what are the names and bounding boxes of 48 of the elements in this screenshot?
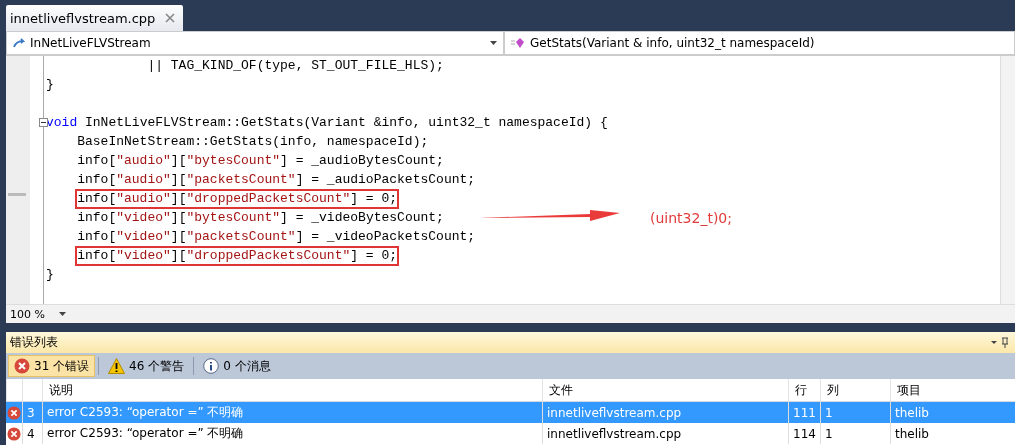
zoom-dropdown[interactable]: 100 % bbox=[10, 307, 45, 321]
code-line: info["video"]["packetsCount"] = _videoPacketsCount; bbox=[76, 228, 477, 246]
error-icon bbox=[7, 405, 21, 420]
code-line: } bbox=[45, 266, 55, 284]
table-cell: 111 bbox=[788, 402, 820, 423]
annotation-text: (uint32_t)0; bbox=[650, 210, 732, 226]
caret-icon bbox=[490, 41, 497, 45]
table-cell: 114 bbox=[788, 423, 820, 444]
type-dropdown[interactable]: InNetLiveFLVStream bbox=[6, 31, 504, 55]
document-tab[interactable]: innetliveflvstream.cpp bbox=[6, 5, 184, 31]
table-cell: error C2593: “operator =” 不明确 bbox=[42, 402, 542, 423]
class-icon bbox=[13, 38, 25, 48]
table-cell: 4 bbox=[22, 423, 42, 444]
column-header[interactable]: 说明 bbox=[42, 379, 542, 401]
filter-button[interactable]: 0 个消息 bbox=[197, 355, 277, 377]
panel-title: 错误列表 bbox=[10, 334, 58, 351]
column-header[interactable]: 列 bbox=[820, 379, 890, 401]
method-icon bbox=[511, 37, 525, 49]
pin-icon[interactable] bbox=[991, 336, 1011, 349]
table-cell: innetliveflvstream.cpp bbox=[542, 423, 788, 444]
code-line: || TAG_KIND_OF(type, ST_OUT_FILE_HLS); bbox=[146, 57, 445, 75]
table-cell: 3 bbox=[22, 402, 42, 423]
table-cell: thelib bbox=[890, 402, 1015, 423]
table-cell: thelib bbox=[890, 423, 1015, 444]
info-icon bbox=[203, 358, 220, 374]
collapse-icon[interactable] bbox=[39, 118, 48, 127]
table-cell: innetliveflvstream.cpp bbox=[542, 402, 788, 423]
column-header[interactable]: 项目 bbox=[890, 379, 1015, 401]
column-header[interactable]: 文件 bbox=[542, 379, 788, 401]
error-row[interactable]: 4 error C2593: “operator =” 不明确 innetliveflvstream.cpp 114 1 thelib bbox=[6, 423, 1015, 444]
filter-button[interactable]: 46 个警告 bbox=[102, 355, 191, 377]
close-icon[interactable] bbox=[165, 13, 176, 23]
error-icon bbox=[14, 358, 30, 374]
code-line: info["audio"]["packetsCount"] = _audioPacketsCount; bbox=[76, 171, 477, 189]
warning-icon bbox=[108, 358, 126, 374]
code-line: void InNetLiveFLVStream::GetStats(Variant &info, uint32_t namespaceId) { bbox=[45, 114, 609, 132]
code-line: info["video"]["bytesCount"] = _videoBytesCount; bbox=[76, 209, 445, 227]
code-line: info["audio"]["bytesCount"] = _audioBytesCount; bbox=[76, 152, 445, 170]
filter-button[interactable]: 31 个错误 bbox=[8, 355, 96, 377]
table-cell: 1 bbox=[820, 423, 890, 444]
code-line: BaseInNetStream::GetStats(info, namespaceId); bbox=[76, 133, 430, 151]
table-cell: error C2593: “operator =” 不明确 bbox=[42, 423, 542, 444]
scrollbar[interactable] bbox=[1000, 56, 1015, 304]
member-dropdown[interactable]: GetStats(Variant & info, uint32_t namespaceId) bbox=[504, 31, 1015, 55]
table-cell: 1 bbox=[820, 402, 890, 423]
column-header[interactable]: 行 bbox=[788, 379, 820, 401]
code-line: } bbox=[45, 76, 55, 94]
caret-icon bbox=[58, 312, 66, 316]
